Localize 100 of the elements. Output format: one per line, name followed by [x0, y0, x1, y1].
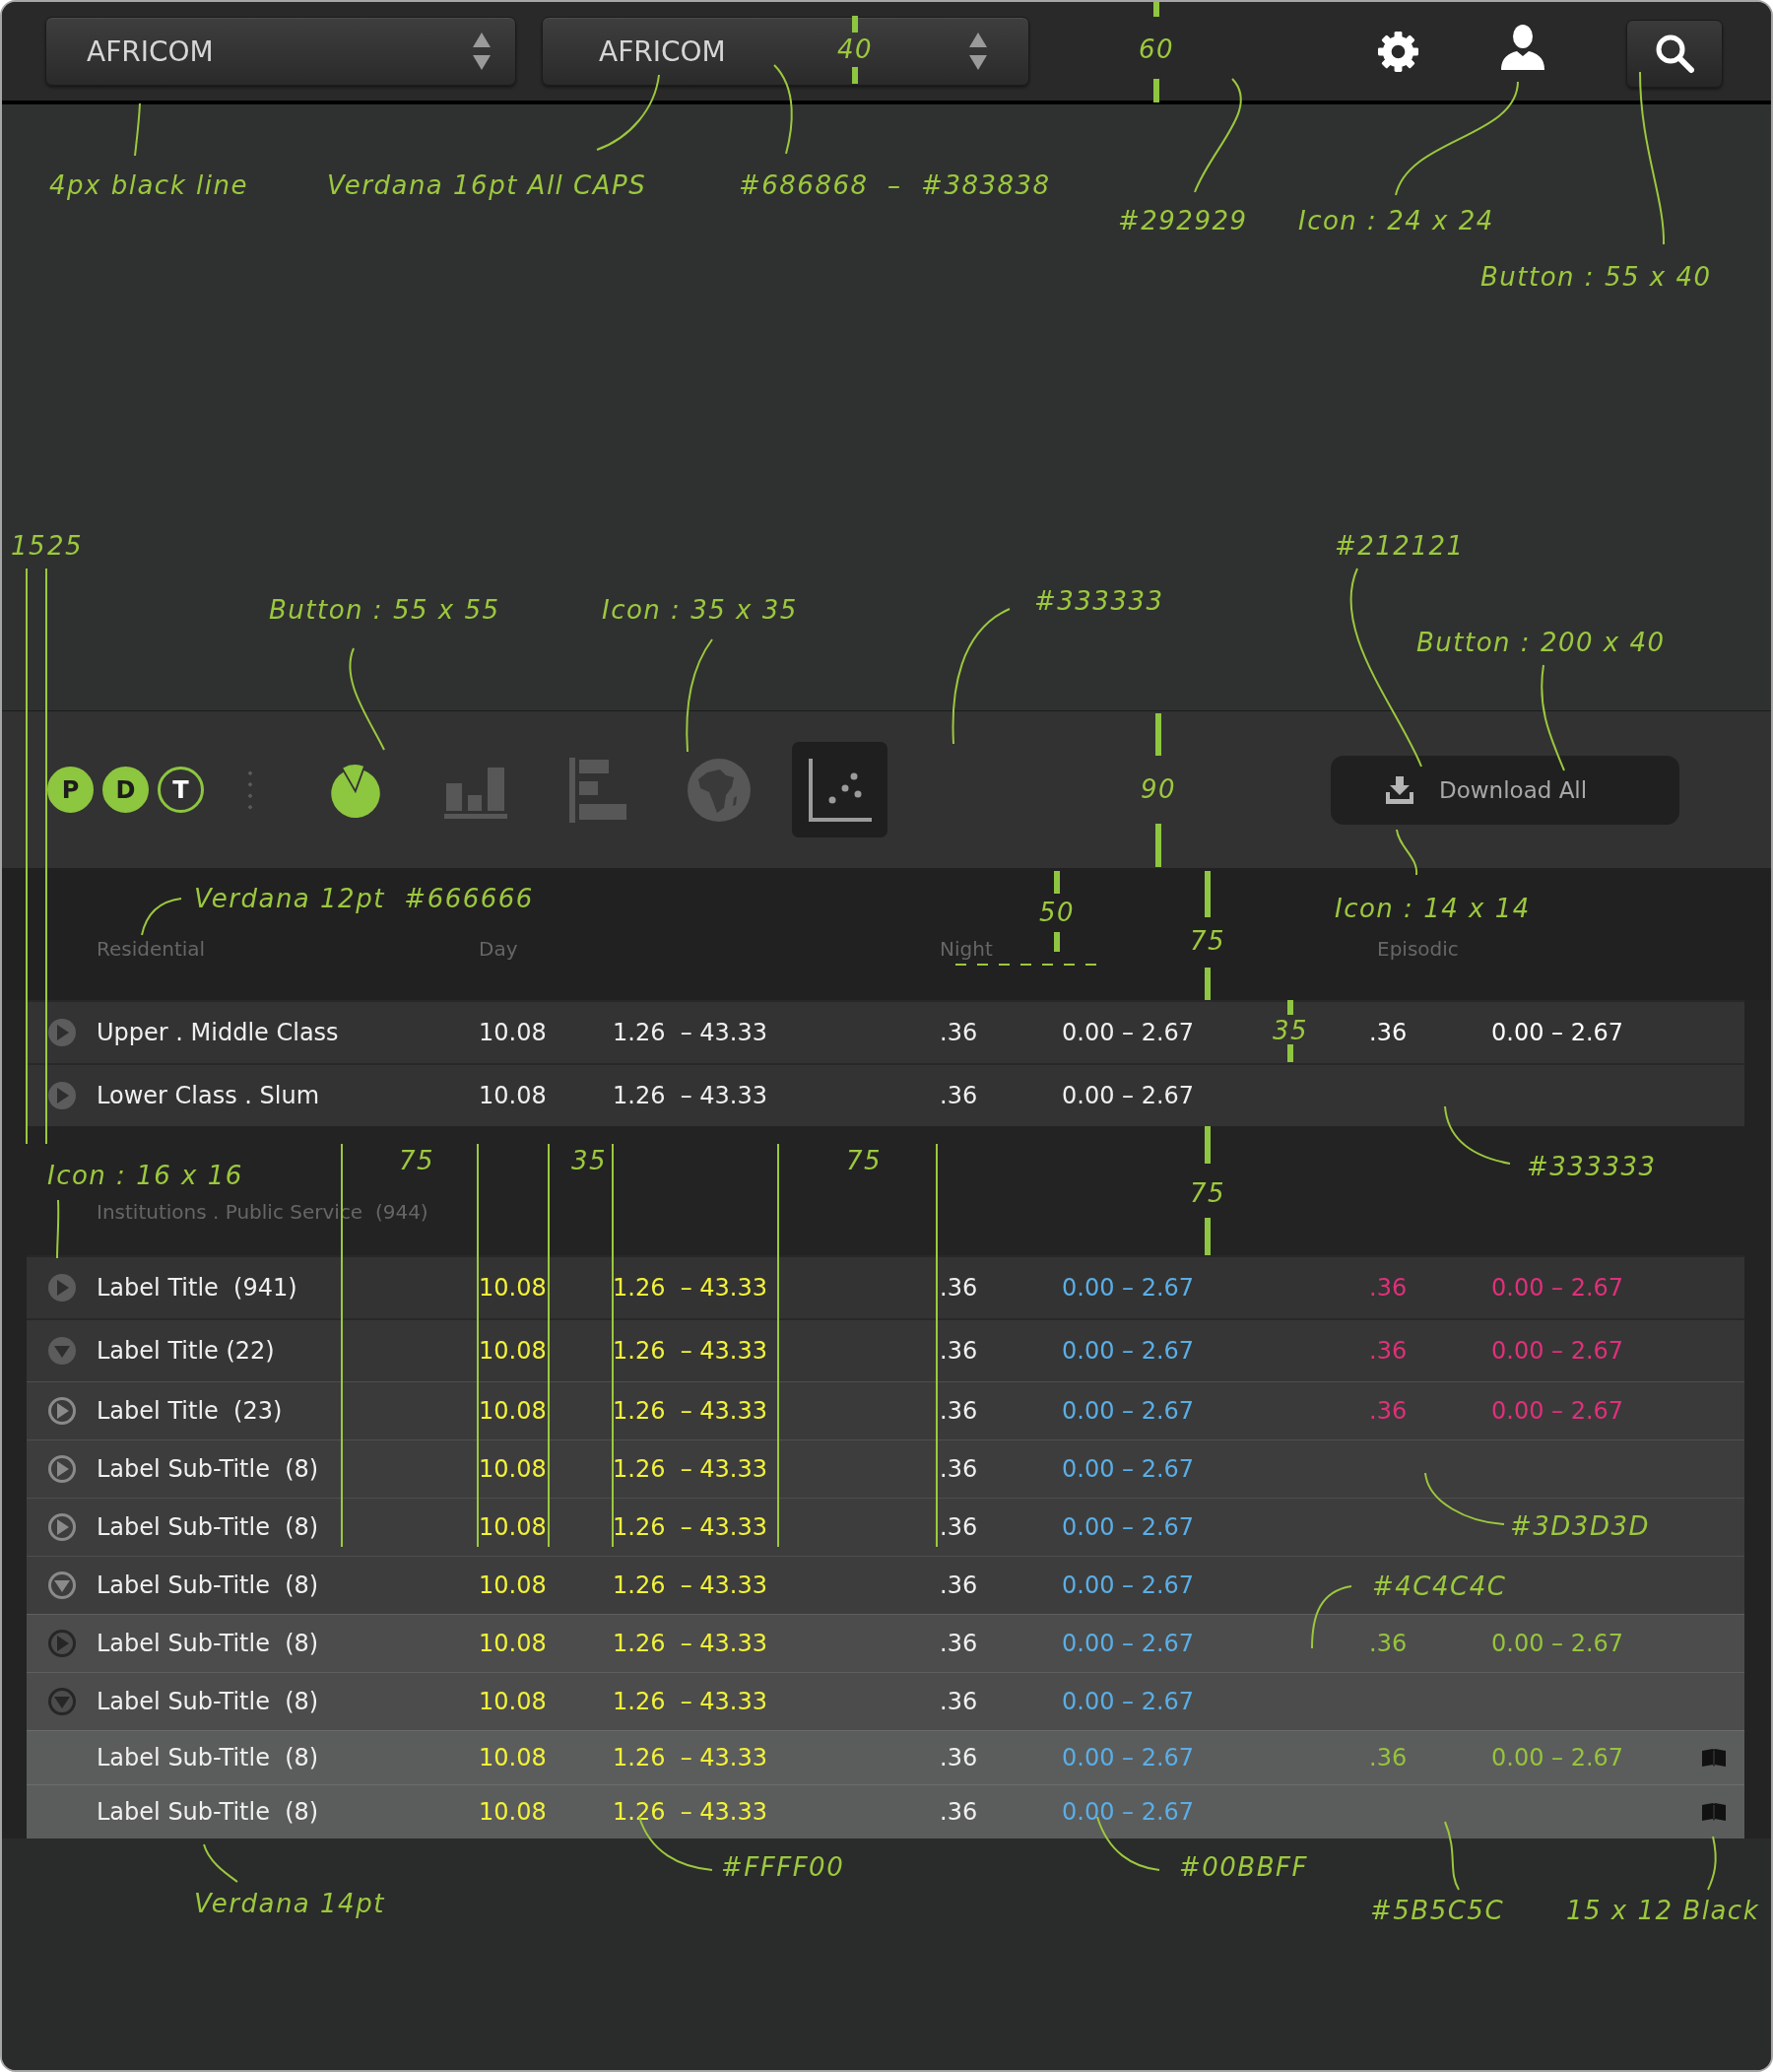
leader-line	[203, 1843, 238, 1883]
table-row[interactable]: Label Sub-Title (8) 10.08 1.26 – 43.33 .36 0.00 – 2.67 .36 0.00 – 2.67	[27, 1614, 1744, 1672]
table-row[interactable]: Label Sub-Title (8) 10.08 1.26 – 43.33 .36 0.00 – 2.67	[27, 1784, 1744, 1838]
row-label: Label Title (22)	[97, 1337, 275, 1365]
book-icon[interactable]	[1702, 1748, 1726, 1768]
table-row[interactable]: Label Sub-Title (8) 10.08 1.26 – 43.33 .36 0.00 – 2.67 .36 0.00 – 2.67	[27, 1730, 1744, 1784]
filter-toggle[interactable]: T	[158, 767, 204, 813]
table-row[interactable]: Lower Class . Slum 10.08 1.26 – 43.33 .36 0.00 – 2.67	[27, 1063, 1744, 1126]
leader-line	[1396, 829, 1418, 876]
leader-line	[134, 102, 141, 157]
settings-icon[interactable]	[1377, 30, 1419, 73]
table-row[interactable]: Label Title (22) 10.08 1.26 – 43.33 .36 0.00 – 2.67 .36 0.00 – 2.67	[27, 1318, 1744, 1381]
right-arrow-circle-icon[interactable]	[47, 1455, 76, 1483]
annotation-note: #292929	[1118, 206, 1248, 235]
night-value: .36	[940, 1630, 978, 1657]
dropdown[interactable]: AFRICOM	[45, 17, 516, 86]
down-arrow-circle-icon[interactable]	[47, 1337, 76, 1365]
row-label: Label Sub-Title (8)	[97, 1455, 319, 1483]
right-arrow-circle-icon[interactable]	[47, 1082, 76, 1109]
filter-toggle[interactable]: D	[102, 767, 149, 813]
right-arrow-circle-icon[interactable]	[47, 1019, 76, 1046]
night-range: 0.00 – 2.67	[1062, 1455, 1195, 1483]
episodic-value: .36	[1369, 1397, 1408, 1425]
annotation-note: #333333	[1034, 586, 1164, 616]
leader-line	[1444, 1105, 1511, 1165]
annotation-note: #3D3D3D	[1510, 1511, 1650, 1541]
episodic-value: .36	[1369, 1630, 1408, 1657]
episodic-value: .36	[1369, 1744, 1408, 1771]
table-row[interactable]: Label Title (23) 10.08 1.26 – 43.33 .36 0.00 – 2.67 .36 0.00 – 2.67	[27, 1381, 1744, 1439]
horizontal-bar-chart-icon	[568, 757, 626, 823]
night-value: .36	[940, 1397, 978, 1425]
night-value: .36	[940, 1082, 978, 1109]
annotation-note: 75	[399, 1146, 435, 1175]
download-button[interactable]: Download All	[1331, 755, 1679, 825]
column-header: Day	[479, 939, 518, 959]
episodic-value: .36	[1369, 1019, 1408, 1046]
sort-arrows-icon	[473, 33, 491, 70]
episodic-range: 0.00 – 2.67	[1491, 1337, 1624, 1365]
night-value: .36	[940, 1513, 978, 1541]
right-arrow-circle-icon[interactable]	[47, 1397, 76, 1425]
night-value: .36	[940, 1571, 978, 1599]
episodic-range: 0.00 – 2.67	[1491, 1397, 1624, 1425]
night-range: 0.00 – 2.67	[1062, 1798, 1195, 1826]
annotation-note: Icon : 35 x 35	[602, 595, 798, 625]
chart-type-button[interactable]	[792, 742, 887, 837]
night-range: 0.00 – 2.67	[1062, 1082, 1195, 1109]
row-label: Label Sub-Title (8)	[97, 1513, 319, 1541]
row-label: Label Sub-Title (8)	[97, 1744, 319, 1771]
day-value: 10.08	[479, 1688, 547, 1715]
day-value: 10.08	[479, 1274, 547, 1302]
day-value: 10.08	[479, 1630, 547, 1657]
day-range: 1.26 – 43.33	[613, 1798, 768, 1826]
annotation-note: 15 x 12 Black	[1566, 1896, 1760, 1925]
user-icon[interactable]	[1500, 25, 1545, 70]
row-label: Label Sub-Title (8)	[97, 1630, 319, 1657]
filter-toggle[interactable]: P	[47, 767, 94, 813]
day-value: 10.08	[479, 1744, 547, 1771]
annotation-note: Icon : 16 x 16	[47, 1161, 243, 1190]
book-icon[interactable]	[1702, 1802, 1726, 1822]
leader-line	[56, 1199, 60, 1259]
column-header: Episodic	[1377, 939, 1459, 959]
row-label: Label Sub-Title (8)	[97, 1688, 319, 1715]
down-arrow-circle-icon[interactable]	[47, 1571, 76, 1599]
right-arrow-circle-icon[interactable]	[47, 1630, 76, 1657]
day-range: 1.26 – 43.33	[613, 1571, 768, 1599]
globe-icon	[687, 758, 751, 822]
search-button[interactable]	[1626, 19, 1723, 88]
episodic-range: 0.00 – 2.67	[1491, 1274, 1624, 1302]
night-range: 0.00 – 2.67	[1062, 1337, 1195, 1365]
annotation-note: Verdana 12pt #666666	[194, 884, 534, 913]
day-value: 10.08	[479, 1082, 547, 1109]
day-range: 1.26 – 43.33	[613, 1630, 768, 1657]
scatter-plot-icon	[808, 758, 872, 822]
day-value: 10.08	[479, 1513, 547, 1541]
down-arrow-circle-icon[interactable]	[47, 1688, 76, 1715]
right-arrow-circle-icon[interactable]	[47, 1513, 76, 1541]
day-range: 1.26 – 43.33	[613, 1082, 768, 1109]
right-arrow-circle-icon[interactable]	[47, 1274, 76, 1302]
column-header: Night	[940, 939, 993, 959]
annotation-note: Button : 55 x 55	[269, 595, 500, 625]
leader-line	[1707, 1836, 1717, 1891]
episodic-range: 0.00 – 2.67	[1491, 1744, 1624, 1771]
row-label: Label Sub-Title (8)	[97, 1571, 319, 1599]
row-label: Label Sub-Title (8)	[97, 1798, 319, 1826]
table-row[interactable]: Label Title (941) 10.08 1.26 – 43.33 .36 0.00 – 2.67 .36 0.00 – 2.67	[27, 1255, 1744, 1318]
day-value: 10.08	[479, 1798, 547, 1826]
annotation-note: Verdana 16pt All CAPS	[327, 170, 647, 200]
sort-arrows-icon	[969, 33, 987, 70]
row-label: Label Title (941)	[97, 1274, 297, 1302]
annotation-note: #333333	[1527, 1152, 1657, 1181]
day-value: 10.08	[479, 1397, 547, 1425]
day-range: 1.26 – 43.33	[613, 1744, 768, 1771]
table-row[interactable]: Label Sub-Title (8) 10.08 1.26 – 43.33 .36 0.00 – 2.67	[27, 1439, 1744, 1498]
night-range: 0.00 – 2.67	[1062, 1019, 1195, 1046]
annotation-note: Verdana 14pt	[194, 1889, 385, 1918]
annotation-note: #4C4C4C	[1372, 1571, 1507, 1601]
night-value: .36	[940, 1019, 978, 1046]
night-value: .36	[940, 1455, 978, 1483]
annotation-note: Icon : 24 x 24	[1298, 206, 1494, 235]
table-row[interactable]: Label Sub-Title (8) 10.08 1.26 – 43.33 .36 0.00 – 2.67	[27, 1672, 1744, 1730]
